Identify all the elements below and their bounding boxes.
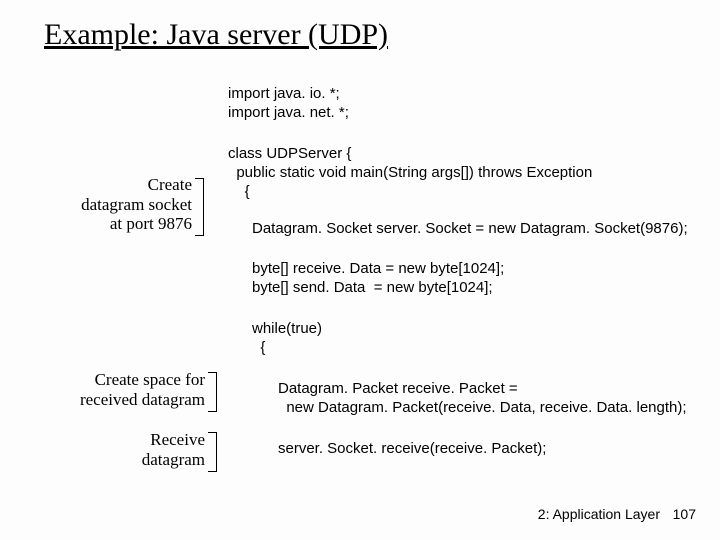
annotation-create-space: Create space for received datagram xyxy=(20,370,205,409)
slide: Example: Java server (UDP) import java. … xyxy=(0,0,720,540)
code-socket: Datagram. Socket server. Socket = new Da… xyxy=(252,220,688,239)
annotation-create-socket: Create datagram socket at port 9876 xyxy=(32,175,192,234)
bracket-icon xyxy=(208,432,217,472)
code-buffers: byte[] receive. Data = new byte[1024]; b… xyxy=(252,260,504,298)
bracket-icon xyxy=(208,372,217,412)
annotation-receive: Receive datagram xyxy=(90,430,205,469)
code-packet: Datagram. Packet receive. Packet = new D… xyxy=(278,380,687,418)
footer-section-label: 2: Application Layer xyxy=(538,506,660,522)
bracket-icon xyxy=(195,178,204,236)
footer-page-number: 107 xyxy=(673,506,696,522)
slide-title: Example: Java server (UDP) xyxy=(44,18,388,52)
code-imports: import java. io. *; import java. net. *; xyxy=(228,85,349,123)
code-while: while(true) { xyxy=(252,320,322,358)
code-class-open: class UDPServer { public static void mai… xyxy=(228,145,592,201)
code-receive: server. Socket. receive(receive. Packet)… xyxy=(278,440,546,459)
